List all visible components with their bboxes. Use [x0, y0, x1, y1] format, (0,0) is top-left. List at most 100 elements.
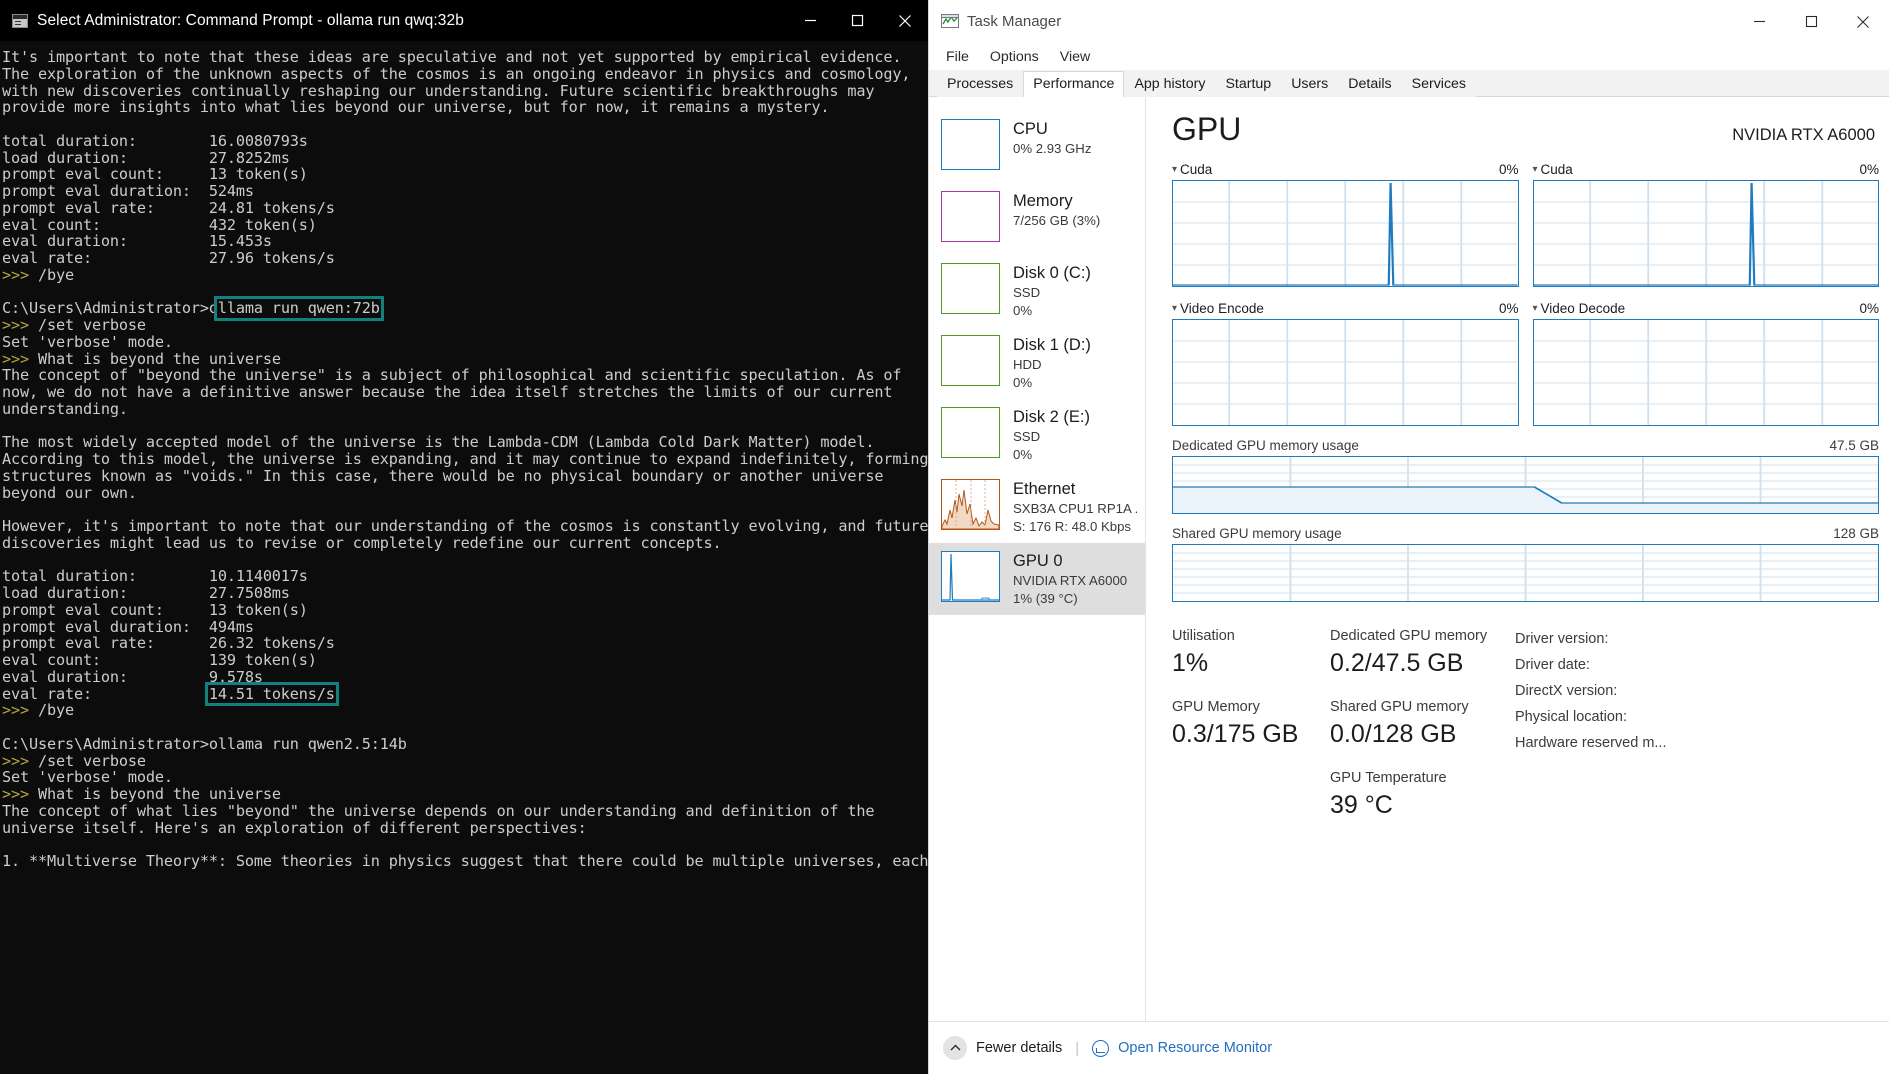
cmd-titlebar[interactable]: Select Administrator: Command Prompt - o…: [0, 0, 928, 41]
sidebar-item-sub1: HDD: [1013, 357, 1042, 372]
stats-col-left: Utilisation 1% GPU Memory 0.3/175 GB: [1172, 626, 1330, 829]
cmd-window-title: Select Administrator: Command Prompt - o…: [37, 11, 464, 29]
chevron-down-icon[interactable]: ▾: [1172, 164, 1177, 175]
fewer-details-button[interactable]: Fewer details: [976, 1040, 1062, 1056]
graph-video-encode-plot: [1172, 319, 1519, 426]
console-line: >>> /bye: [2, 265, 74, 284]
console-line: eval duration: 15.453s: [2, 232, 272, 251]
taskmgr-titlebar[interactable]: Task Manager: [929, 0, 1889, 43]
console-line: The exploration of the unknown aspects o…: [2, 64, 911, 83]
menu-options[interactable]: Options: [981, 46, 1048, 68]
shared-gpu-memory-label: Shared GPU memory: [1330, 699, 1469, 715]
tab-users[interactable]: Users: [1281, 71, 1339, 97]
utilisation-label: Utilisation: [1172, 628, 1235, 644]
sidebar-item-sub2: 1% (39 °C): [1013, 591, 1078, 606]
graph-video-decode-label: Video Decode: [1540, 301, 1626, 316]
sidebar-item-cpu[interactable]: CPU 0% 2.93 GHz: [929, 111, 1145, 183]
sidebar-item-ethernet[interactable]: Ethernet SXB3A CPU1 RP1A ... S: 176 R: 48.…: [929, 471, 1145, 543]
sidebar-item-memory[interactable]: Memory 7/256 GB (3%): [929, 183, 1145, 255]
highlighted-text: llama run qwen:72b: [213, 296, 384, 321]
sidebar-item-label: Disk 1 (D:): [1013, 336, 1091, 354]
tab-details[interactable]: Details: [1338, 71, 1402, 97]
sidebar-item-label: Memory: [1013, 192, 1073, 210]
console-line: However, it's important to note that our…: [2, 517, 928, 535]
sidebar-item-gpu-0[interactable]: GPU 0 NVIDIA RTX A6000 1% (39 °C): [929, 543, 1145, 615]
sidebar-item-label: Disk 0 (C:): [1013, 264, 1091, 282]
sidebar-item-disk-1-d[interactable]: Disk 1 (D:) HDD 0%: [929, 327, 1145, 399]
sidebar-item-text: Ethernet SXB3A CPU1 RP1A ... S: 176 R: 48.…: [1013, 479, 1137, 536]
prompt-chevron: >>>: [2, 349, 29, 368]
console-line: >>> /bye: [2, 701, 74, 720]
open-resource-monitor-link[interactable]: Open Resource Monitor: [1118, 1040, 1272, 1056]
menu-file[interactable]: File: [937, 46, 978, 68]
console-line: prompt eval duration: 524ms: [2, 182, 254, 200]
dedicated-memory-section: Dedicated GPU memory usage 47.5 GB: [1172, 438, 1889, 514]
console-line: eval rate: 14.51 tokens/s: [2, 681, 339, 707]
graph-cuda-0-header[interactable]: ▾ Cuda 0%: [1172, 162, 1519, 177]
tab-app-history[interactable]: App history: [1124, 71, 1216, 97]
console-line: now, we do not have a definitive answer …: [2, 383, 893, 401]
taskmgr-window-title: Task Manager: [967, 13, 1062, 30]
sidebar-item-label: Ethernet: [1013, 480, 1076, 498]
prompt-chevron: >>>: [2, 265, 29, 284]
chevron-down-icon[interactable]: ▾: [1533, 164, 1538, 175]
console-line: eval count: 432 token(s): [2, 215, 317, 234]
console-line: eval rate: 27.96 tokens/s: [2, 249, 335, 267]
minimize-icon[interactable]: [1733, 0, 1785, 43]
chevron-down-icon[interactable]: ▾: [1533, 303, 1538, 314]
menu-view[interactable]: View: [1051, 46, 1100, 68]
gpu-model-label: NVIDIA RTX A6000: [1732, 126, 1875, 144]
gpu-stats: Utilisation 1% GPU Memory 0.3/175 GB Ded…: [1172, 626, 1889, 829]
tab-startup[interactable]: Startup: [1215, 71, 1282, 97]
sidebar-item-sub1: SXB3A CPU1 RP1A ...: [1013, 501, 1137, 516]
maximize-icon[interactable]: [1785, 0, 1837, 43]
console-line: total duration: 10.1140017s: [2, 567, 308, 586]
resource-monitor-icon[interactable]: [1092, 1039, 1110, 1057]
prompt-chevron: >>>: [2, 316, 29, 334]
dedicated-memory-max: 47.5 GB: [1829, 438, 1879, 453]
graph-cuda-0: ▾ Cuda 0%: [1172, 162, 1519, 287]
graph-video-decode: ▾ Video Decode 0%: [1532, 301, 1880, 426]
graph-video-encode-header[interactable]: ▾ Video Encode 0%: [1172, 301, 1519, 316]
taskmgr-main: CPU 0% 2.93 GHz Memory 7/256 GB (3%) Disk 0 …: [929, 97, 1889, 1021]
stats-col-middle: Dedicated GPU memory 0.2/47.5 GB Shared …: [1330, 626, 1515, 829]
close-icon[interactable]: [1837, 0, 1889, 43]
command-prompt-window: Select Administrator: Command Prompt - o…: [0, 0, 928, 1074]
graph-cuda-1-pct: 0%: [1859, 162, 1879, 177]
console-line: >>> What is beyond the universe: [2, 349, 281, 368]
console-line: structures known as "voids." In this cas…: [2, 466, 884, 485]
tab-processes[interactable]: Processes: [937, 71, 1024, 97]
driver-version-label: Driver version:: [1515, 631, 1609, 647]
sidebar-item-sub2: 0%: [1013, 303, 1033, 318]
driver-date-label: Driver date:: [1515, 657, 1590, 673]
sidebar-thumbnail: [941, 479, 1000, 530]
console-line: C:\Users\Administrator>ollama run qwen:7…: [2, 296, 384, 321]
sidebar-item-disk-0-c[interactable]: Disk 0 (C:) SSD 0%: [929, 255, 1145, 327]
tab-performance[interactable]: Performance: [1023, 71, 1125, 97]
sidebar-item-label: GPU 0: [1013, 552, 1063, 570]
graph-cuda-0-pct: 0%: [1498, 162, 1519, 177]
sidebar-item-disk-2-e[interactable]: Disk 2 (E:) SSD 0%: [929, 399, 1145, 471]
console-line: eval count: 139 token(s): [2, 651, 317, 669]
minimize-icon[interactable]: [787, 0, 834, 41]
shared-memory-label: Shared GPU memory usage: [1172, 526, 1342, 541]
sidebar-item-text: GPU 0 NVIDIA RTX A6000 1% (39 °C): [1013, 551, 1127, 608]
console-line: prompt eval rate: 24.81 tokens/s: [2, 198, 335, 217]
cmd-console-output[interactable]: It's important to note that these ideas …: [0, 41, 928, 1074]
graph-cuda-1-header[interactable]: ▾ Cuda 0%: [1533, 162, 1880, 177]
sidebar-item-text: Disk 1 (D:) HDD 0%: [1013, 335, 1091, 392]
task-manager-icon: [941, 13, 959, 30]
close-icon[interactable]: [881, 0, 928, 41]
tab-services[interactable]: Services: [1401, 71, 1477, 97]
sidebar-item-sub1: NVIDIA RTX A6000: [1013, 573, 1128, 588]
dedicated-gpu-memory-label: Dedicated GPU memory: [1330, 628, 1488, 644]
console-line: understanding.: [2, 399, 128, 418]
graph-video-encode: ▾ Video Encode 0%: [1172, 301, 1519, 426]
chevron-down-icon[interactable]: ▾: [1172, 303, 1177, 314]
console-line: load duration: 27.7508ms: [2, 584, 290, 602]
graph-video-decode-header[interactable]: ▾ Video Decode 0%: [1533, 301, 1880, 316]
maximize-icon[interactable]: [834, 0, 881, 41]
chevron-up-icon[interactable]: [943, 1036, 967, 1060]
